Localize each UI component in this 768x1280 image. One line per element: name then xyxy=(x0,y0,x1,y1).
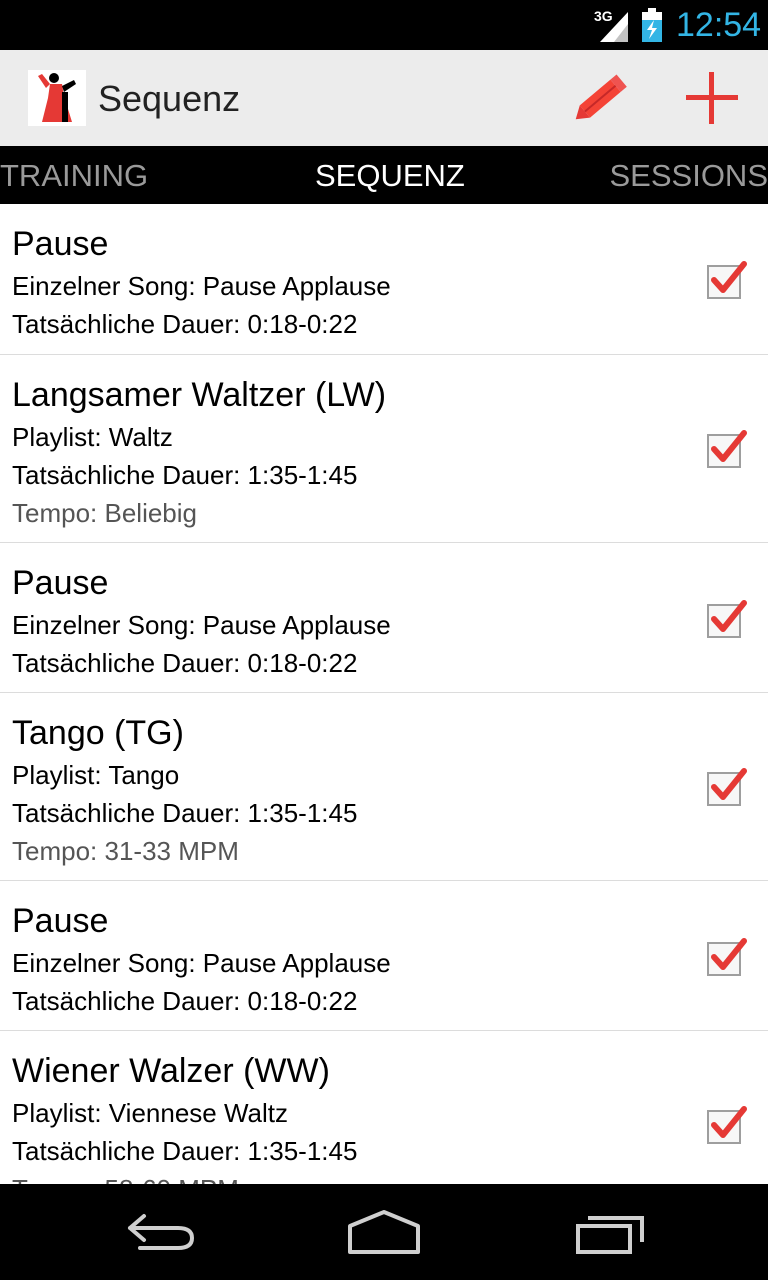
clock: 12:54 xyxy=(676,6,762,44)
item-song: Einzelner Song: Pause Applause xyxy=(12,271,391,301)
item-duration: Tatsächliche Dauer: 0:18-0:22 xyxy=(12,986,358,1016)
item-playlist: Playlist: Waltz xyxy=(12,422,173,452)
list-item[interactable]: Tango (TG) Playlist: Tango Tatsächliche … xyxy=(0,693,768,881)
item-duration: Tatsächliche Dauer: 1:35-1:45 xyxy=(12,798,358,828)
item-playlist: Playlist: Viennese Waltz xyxy=(12,1098,289,1128)
list-item[interactable]: Pause Einzelner Song: Pause Applause Tat… xyxy=(0,543,768,693)
item-tempo: Tempo: Beliebig xyxy=(12,498,197,528)
tab-sessions[interactable]: SESSIONS xyxy=(610,158,768,194)
tab-strip: TRAINING SEQUENZ SESSIONS xyxy=(0,146,768,204)
list-item[interactable]: Wiener Walzer (WW) Playlist: Viennese Wa… xyxy=(0,1031,768,1184)
item-tempo: Tempo: 31-33 MPM xyxy=(12,836,239,866)
status-bar: 3G 12:54 xyxy=(0,0,768,50)
home-icon[interactable] xyxy=(344,1206,424,1258)
checkbox-checked-icon[interactable] xyxy=(704,258,748,302)
back-icon[interactable] xyxy=(120,1206,200,1258)
item-tempo: Tempo: 58-60 MPM xyxy=(12,1173,239,1184)
list-item[interactable]: Pause Einzelner Song: Pause Applause Tat… xyxy=(0,204,768,355)
recent-apps-icon[interactable] xyxy=(572,1206,652,1258)
checkbox-checked-icon[interactable] xyxy=(704,597,748,641)
tab-training[interactable]: TRAINING xyxy=(0,158,148,194)
item-title: Pause xyxy=(12,902,109,940)
item-title: Langsamer Waltzer (LW) xyxy=(12,376,387,414)
item-playlist: Playlist: Tango xyxy=(12,760,180,790)
checkbox-checked-icon[interactable] xyxy=(704,765,748,809)
sequence-list[interactable]: Pause Einzelner Song: Pause Applause Tat… xyxy=(0,204,768,1184)
list-item[interactable]: Pause Einzelner Song: Pause Applause Tat… xyxy=(0,881,768,1031)
tab-sequenz[interactable]: SEQUENZ xyxy=(315,158,465,194)
item-duration: Tatsächliche Dauer: 1:35-1:45 xyxy=(12,1136,358,1166)
pencil-icon[interactable] xyxy=(566,66,636,130)
action-bar: Sequenz xyxy=(0,50,768,146)
item-song: Einzelner Song: Pause Applause xyxy=(12,948,391,978)
item-duration: Tatsächliche Dauer: 0:18-0:22 xyxy=(12,648,358,678)
app-logo-dancers-icon[interactable] xyxy=(28,70,86,126)
battery-charging-icon xyxy=(642,8,662,42)
navigation-bar xyxy=(0,1184,768,1280)
item-song: Einzelner Song: Pause Applause xyxy=(12,610,391,640)
item-title: Wiener Walzer (WW) xyxy=(12,1052,330,1090)
item-title: Tango (TG) xyxy=(12,714,184,752)
page-title: Sequenz xyxy=(98,78,241,119)
item-title: Pause xyxy=(12,564,109,602)
checkbox-checked-icon[interactable] xyxy=(704,1103,748,1147)
checkbox-checked-icon[interactable] xyxy=(704,935,748,979)
item-duration: Tatsächliche Dauer: 1:35-1:45 xyxy=(12,460,358,490)
checkbox-checked-icon[interactable] xyxy=(704,427,748,471)
item-title: Pause xyxy=(12,225,109,263)
plus-icon[interactable] xyxy=(680,66,744,130)
list-item[interactable]: Langsamer Waltzer (LW) Playlist: Waltz T… xyxy=(0,355,768,543)
item-duration: Tatsächliche Dauer: 0:18-0:22 xyxy=(12,309,358,339)
signal-icon xyxy=(600,12,628,42)
